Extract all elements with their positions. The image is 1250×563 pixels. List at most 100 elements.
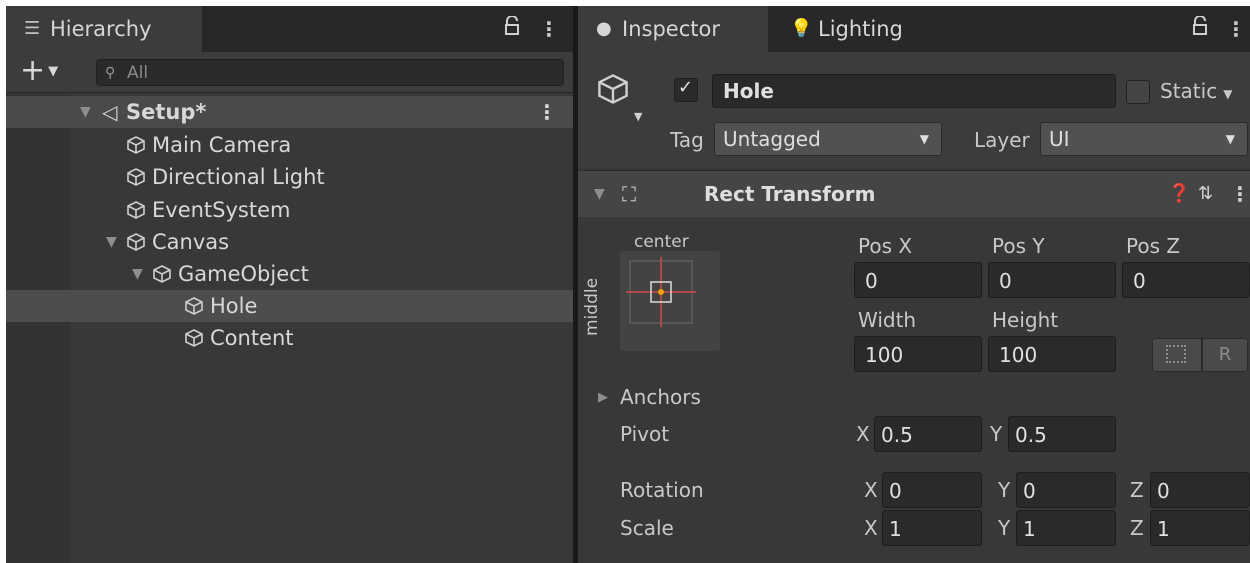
- hierarchy-tree: ▼ ◁ Setup* ⋮ Main Camera Directional Lig…: [6, 94, 573, 563]
- search-icon: ⚲: [105, 65, 116, 81]
- search-placeholder: All: [127, 63, 149, 83]
- pos-z-label: Pos Z: [1126, 234, 1181, 258]
- width-field[interactable]: 100: [854, 336, 982, 372]
- hierarchy-tabbar: ☰ Hierarchy ⋮: [6, 6, 573, 52]
- pivot-x-value: 0.5: [881, 423, 913, 447]
- list-item[interactable]: ▼ GameObject: [6, 258, 573, 290]
- chevron-down-icon: ▼: [1223, 87, 1233, 101]
- pos-x-label: Pos X: [858, 234, 913, 258]
- list-item-label: Canvas: [152, 230, 230, 254]
- pos-y-field[interactable]: 0: [988, 262, 1116, 298]
- rotation-label: Rotation: [620, 478, 704, 502]
- pivot-y-field[interactable]: 0.5: [1008, 416, 1116, 452]
- scene-label: Setup*: [126, 100, 207, 124]
- list-item-label: Content: [210, 326, 294, 350]
- scale-z-value: 1: [1157, 517, 1170, 541]
- kebab-menu-icon[interactable]: ⋮: [1226, 6, 1246, 52]
- scale-y-field[interactable]: 1: [1016, 510, 1116, 546]
- pivot-y-axis-label: Y: [990, 422, 1003, 446]
- scene-menu-icon[interactable]: ⋮: [537, 96, 557, 128]
- blueprint-mode-button[interactable]: [1152, 338, 1202, 372]
- raw-edit-button[interactable]: R: [1202, 338, 1248, 372]
- list-item[interactable]: Directional Light: [6, 161, 573, 193]
- lock-icon[interactable]: [504, 6, 520, 52]
- tab-lighting[interactable]: 💡 Lighting: [774, 6, 934, 52]
- tab-hierarchy[interactable]: ☰ Hierarchy: [6, 6, 202, 52]
- pos-z-value: 0: [1133, 269, 1146, 293]
- height-field[interactable]: 100: [988, 336, 1116, 372]
- chevron-down-icon[interactable]: ▼: [634, 110, 642, 123]
- static-checkbox[interactable]: [1126, 80, 1150, 104]
- hierarchy-list-icon: ☰: [24, 18, 41, 39]
- pivot-label: Pivot: [620, 422, 670, 446]
- rot-y-value: 0: [1023, 479, 1036, 503]
- expand-arrow-icon[interactable]: ▼: [132, 258, 143, 290]
- gameobject-cube-icon: [127, 168, 145, 186]
- layer-value: UI: [1049, 127, 1070, 151]
- help-icon[interactable]: ❓: [1168, 171, 1190, 217]
- expand-arrow-icon[interactable]: ▼: [106, 226, 117, 258]
- hierarchy-panel: ☰ Hierarchy ⋮ + ▼ ⚲ All ▼ ◁ Setup* ⋮ Mai…: [6, 6, 573, 563]
- tag-dropdown[interactable]: Untagged ▼: [714, 122, 942, 156]
- tab-hierarchy-label: Hierarchy: [50, 17, 152, 41]
- scene-row[interactable]: ▼ ◁ Setup* ⋮: [6, 96, 573, 128]
- width-label: Width: [858, 308, 917, 332]
- list-item[interactable]: EventSystem: [6, 194, 573, 226]
- rot-z-field[interactable]: 0: [1150, 472, 1250, 508]
- pos-x-field[interactable]: 0: [854, 262, 982, 298]
- height-label: Height: [992, 308, 1059, 332]
- foldout-arrow-icon[interactable]: ▼: [594, 171, 605, 217]
- rect-transform-header[interactable]: ▼ ⛶ Rect Transform ❓ ⇅ ⋮: [578, 170, 1250, 217]
- list-item[interactable]: ▼ Canvas: [6, 226, 573, 258]
- anchor-presets-button[interactable]: [620, 251, 720, 351]
- anchor-preset-icon: [626, 257, 696, 327]
- presets-icon[interactable]: ⇅: [1198, 171, 1213, 217]
- expand-arrow-icon[interactable]: ▼: [80, 96, 91, 128]
- search-input[interactable]: ⚲ All: [96, 59, 564, 86]
- pos-z-field[interactable]: 0: [1122, 262, 1250, 298]
- rot-x-field[interactable]: 0: [882, 472, 982, 508]
- inspector-tabbar: ● Inspector 💡 Lighting ⋮: [578, 6, 1250, 52]
- anchor-vertical-label: middle: [582, 277, 602, 336]
- component-title: Rect Transform: [704, 182, 876, 206]
- kebab-menu-icon[interactable]: ⋮: [539, 6, 559, 52]
- pivot-y-value: 0.5: [1015, 423, 1047, 447]
- gameobject-cube-icon: [598, 74, 628, 104]
- scale-z-field[interactable]: 1: [1150, 510, 1250, 546]
- component-menu-icon[interactable]: ⋮: [1230, 171, 1250, 217]
- scale-y-value: 1: [1023, 517, 1036, 541]
- add-button[interactable]: + ▼: [20, 54, 58, 89]
- gameobject-cube-icon: [127, 201, 145, 219]
- layer-dropdown[interactable]: UI ▼: [1040, 122, 1248, 156]
- width-value: 100: [865, 343, 904, 367]
- scale-label: Scale: [620, 516, 674, 540]
- rot-z-value: 0: [1157, 479, 1170, 503]
- gameobject-cube-icon: [127, 233, 145, 251]
- pos-x-value: 0: [865, 269, 878, 293]
- rot-y-field[interactable]: 0: [1016, 472, 1116, 508]
- object-name-field[interactable]: Hole: [712, 74, 1116, 108]
- pivot-x-field[interactable]: 0.5: [874, 416, 982, 452]
- static-label: Static: [1160, 79, 1218, 103]
- chevron-down-icon: ▼: [1225, 132, 1235, 146]
- anchors-label[interactable]: Anchors: [620, 380, 701, 414]
- height-value: 100: [999, 343, 1038, 367]
- scale-x-field[interactable]: 1: [882, 510, 982, 546]
- tab-inspector[interactable]: ● Inspector: [578, 6, 768, 52]
- tab-inspector-label: Inspector: [622, 17, 720, 41]
- lock-icon[interactable]: [1192, 6, 1208, 52]
- list-item-label: Directional Light: [152, 165, 325, 189]
- dotted-rect-icon: [1166, 345, 1186, 363]
- anchors-foldout-arrow-icon[interactable]: ▶: [598, 390, 608, 405]
- list-item-selected[interactable]: Hole: [6, 290, 573, 322]
- scale-z-axis-label: Z: [1130, 516, 1144, 540]
- list-item[interactable]: Main Camera: [6, 129, 573, 161]
- scale-x-value: 1: [889, 517, 902, 541]
- static-dropdown[interactable]: Static ▼: [1160, 76, 1232, 109]
- scale-y-axis-label: Y: [998, 516, 1011, 540]
- rot-x-value: 0: [889, 479, 902, 503]
- gameobject-cube-icon: [153, 265, 171, 283]
- list-item[interactable]: Content: [6, 322, 573, 354]
- active-checkbox[interactable]: ✓: [674, 77, 698, 102]
- info-icon: ●: [596, 18, 612, 39]
